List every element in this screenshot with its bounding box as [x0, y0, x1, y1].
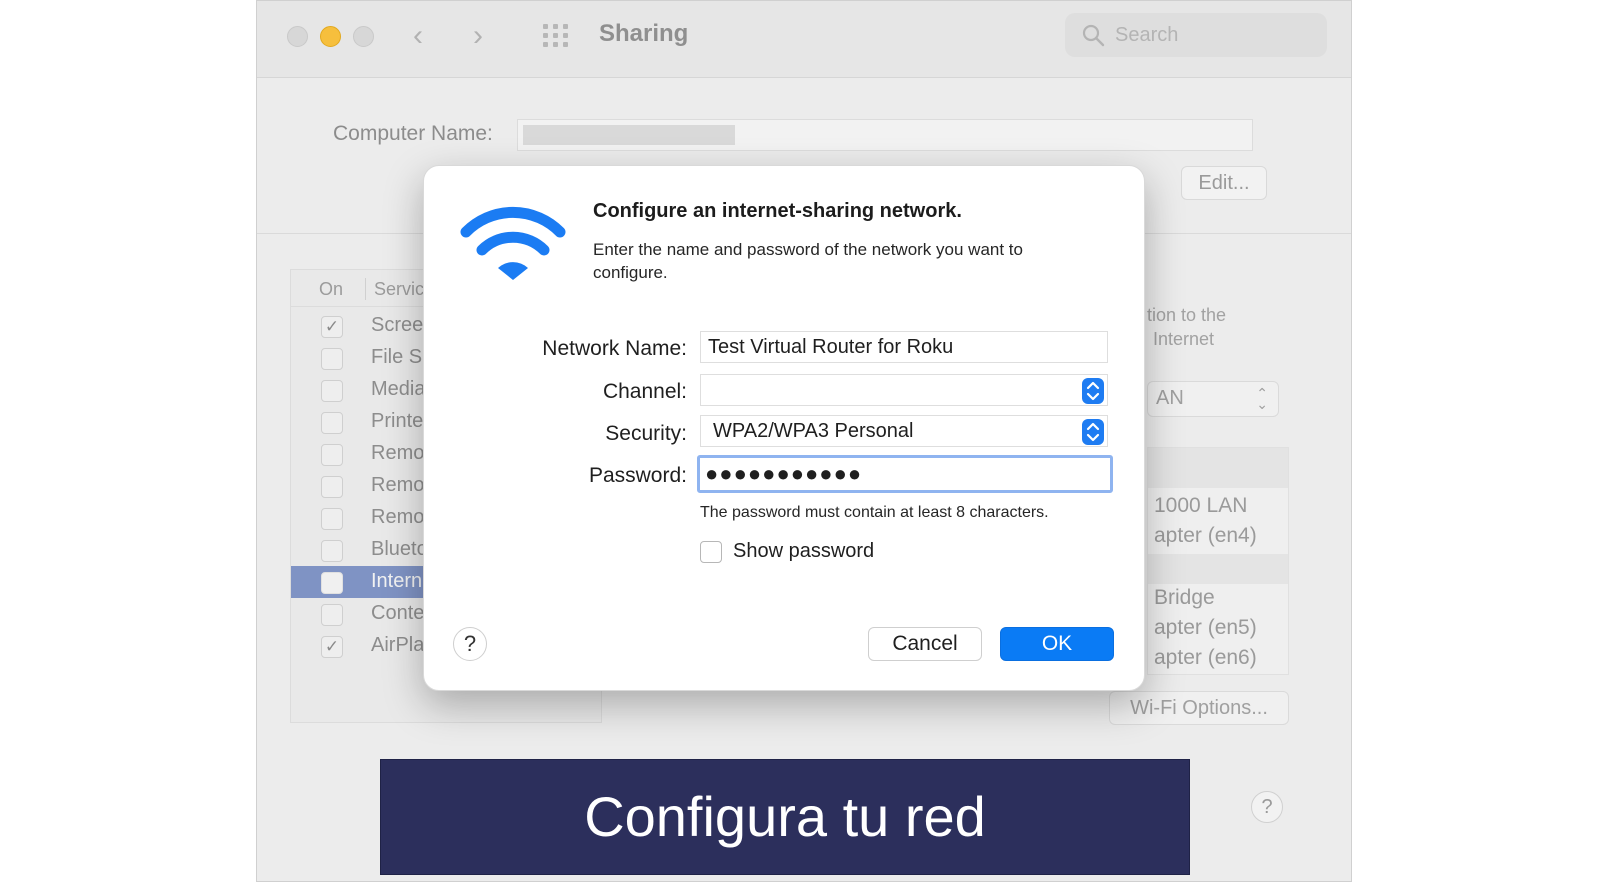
- computer-name-field[interactable]: [517, 119, 1253, 151]
- service-checkbox[interactable]: [321, 508, 343, 530]
- list-item[interactable]: 1000 LAN: [1154, 494, 1247, 518]
- security-value: WPA2/WPA3 Personal: [713, 420, 914, 442]
- share-from-value: AN: [1156, 387, 1184, 409]
- wifi-icon: [460, 206, 566, 280]
- window-help-button[interactable]: ?: [1251, 791, 1283, 823]
- service-name: Blueto: [371, 538, 428, 560]
- service-checkbox[interactable]: ✓: [321, 316, 343, 338]
- service-checkbox[interactable]: [321, 540, 343, 562]
- column-header-service[interactable]: Servic: [374, 279, 424, 300]
- service-name: Media: [371, 378, 426, 400]
- to-computers-list[interactable]: 1000 LAN apter (en4) Bridge apter (en5) …: [1147, 447, 1289, 675]
- forward-arrow-icon[interactable]: ›: [473, 19, 483, 53]
- internet-sharing-description: tion to the Internet: [1147, 303, 1226, 351]
- redacted-computer-name: [523, 125, 735, 145]
- network-name-input[interactable]: Test Virtual Router for Roku: [700, 331, 1108, 363]
- ok-button[interactable]: OK: [1000, 627, 1114, 661]
- service-name: Remot: [371, 506, 430, 528]
- minimize-window-button[interactable]: [320, 26, 341, 47]
- list-item[interactable]: Bridge: [1154, 586, 1215, 610]
- description-line: tion to the: [1147, 305, 1227, 325]
- list-item[interactable]: apter (en5): [1154, 616, 1257, 640]
- cancel-button[interactable]: Cancel: [868, 627, 982, 661]
- configure-network-dialog: Configure an internet-sharing network. E…: [423, 165, 1145, 691]
- service-checkbox[interactable]: [321, 412, 343, 434]
- dialog-description: Enter the name and password of the netwo…: [593, 240, 1023, 282]
- wifi-options-button[interactable]: Wi-Fi Options...: [1109, 691, 1289, 725]
- window-title: Sharing: [599, 20, 689, 47]
- password-value: ●●●●●●●●●●●: [705, 461, 863, 486]
- search-icon: [1082, 24, 1105, 47]
- description-line: Internet: [1153, 329, 1215, 349]
- caption-text: Configura tu red: [584, 785, 986, 848]
- list-group-separator: [1148, 554, 1288, 584]
- channel-stepper-icon[interactable]: [1082, 378, 1104, 404]
- service-name: Remot: [371, 442, 430, 464]
- updown-chevron-icon: [1086, 381, 1100, 401]
- list-item[interactable]: apter (en6): [1154, 646, 1257, 670]
- column-separator: [365, 278, 366, 300]
- network-name-label: Network Name:: [542, 337, 687, 360]
- password-input[interactable]: ●●●●●●●●●●●: [697, 455, 1113, 493]
- edit-button[interactable]: Edit...: [1181, 166, 1267, 200]
- column-header-on[interactable]: On: [319, 279, 343, 300]
- list-item[interactable]: apter (en4): [1154, 524, 1257, 548]
- service-checkbox[interactable]: [321, 444, 343, 466]
- channel-label: Channel:: [602, 380, 687, 403]
- search-placeholder: Search: [1115, 24, 1179, 46]
- service-checkbox[interactable]: [321, 572, 343, 594]
- service-checkbox[interactable]: [321, 604, 343, 626]
- title-bar: ‹ › Sharing Search: [257, 1, 1351, 78]
- back-arrow-icon[interactable]: ‹: [413, 19, 423, 53]
- service-name: Screer: [371, 314, 430, 336]
- channel-select[interactable]: [700, 374, 1108, 406]
- service-checkbox[interactable]: ✓: [321, 636, 343, 658]
- updown-chevron-icon: [1086, 422, 1100, 442]
- show-all-grid-icon[interactable]: [543, 24, 573, 48]
- close-window-button[interactable]: [287, 26, 308, 47]
- dialog-help-button[interactable]: ?: [453, 627, 487, 661]
- security-select[interactable]: WPA2/WPA3 Personal: [700, 415, 1108, 447]
- password-label: Password:: [588, 464, 687, 487]
- service-checkbox[interactable]: [321, 380, 343, 402]
- dialog-title: Configure an internet-sharing network.: [593, 200, 962, 222]
- password-hint: The password must contain at least 8 cha…: [700, 504, 1049, 521]
- show-password-label[interactable]: Show password: [733, 540, 874, 563]
- security-stepper-icon[interactable]: [1082, 419, 1104, 445]
- list-header: [1148, 448, 1288, 488]
- service-name: Remot: [371, 474, 430, 496]
- zoom-window-button[interactable]: [353, 26, 374, 47]
- service-checkbox[interactable]: [321, 476, 343, 498]
- service-name: Printer: [371, 410, 430, 432]
- search-field[interactable]: Search: [1065, 13, 1327, 57]
- updown-chevron-icon: ⌃ ⌄: [1256, 385, 1268, 412]
- network-name-value: Test Virtual Router for Roku: [708, 336, 954, 358]
- security-label: Security:: [605, 422, 687, 445]
- computer-name-label: Computer Name:: [333, 122, 493, 145]
- share-from-select[interactable]: AN ⌃ ⌄: [1147, 381, 1279, 417]
- show-password-checkbox[interactable]: [700, 541, 722, 563]
- service-checkbox[interactable]: [321, 348, 343, 370]
- caption-banner: Configura tu red: [380, 759, 1190, 875]
